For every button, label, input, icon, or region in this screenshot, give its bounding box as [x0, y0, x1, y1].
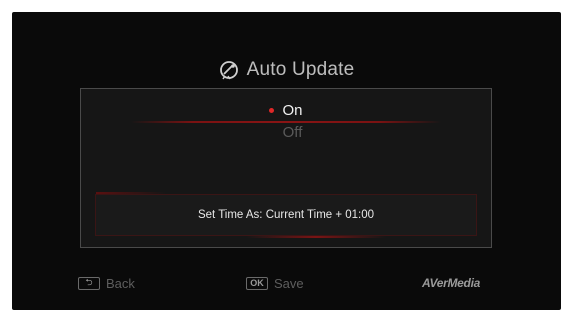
ok-key-icon: OK [246, 276, 268, 290]
dialog-title-text: Auto Update [246, 59, 355, 80]
auto-update-panel: On Off Set Time As: Current Time + 01:00 [80, 88, 492, 248]
selected-indicator-icon [269, 107, 275, 113]
option-off[interactable]: Off [81, 121, 491, 143]
brand-logo: AVerMedia [422, 276, 480, 290]
option-on-label: On [282, 101, 303, 119]
back-key-icon: ⮌ [78, 276, 100, 290]
save-hint[interactable]: OK Save [246, 274, 304, 292]
satellite-dish-icon [219, 61, 238, 80]
selection-highlight-line [131, 121, 441, 123]
back-label: Back [106, 275, 135, 291]
time-setting-field[interactable]: Set Time As: Current Time + 01:00 [95, 192, 477, 238]
option-on[interactable]: On [81, 99, 491, 121]
time-setting-text: Set Time As: Current Time + 01:00 [197, 209, 375, 221]
tv-screen: Auto Update On Off Set Time As: Current … [12, 12, 561, 310]
dialog-title: Auto Update [12, 57, 561, 83]
back-hint[interactable]: ⮌ Back [78, 274, 135, 292]
save-label: Save [274, 275, 304, 291]
option-off-label: Off [282, 123, 303, 141]
